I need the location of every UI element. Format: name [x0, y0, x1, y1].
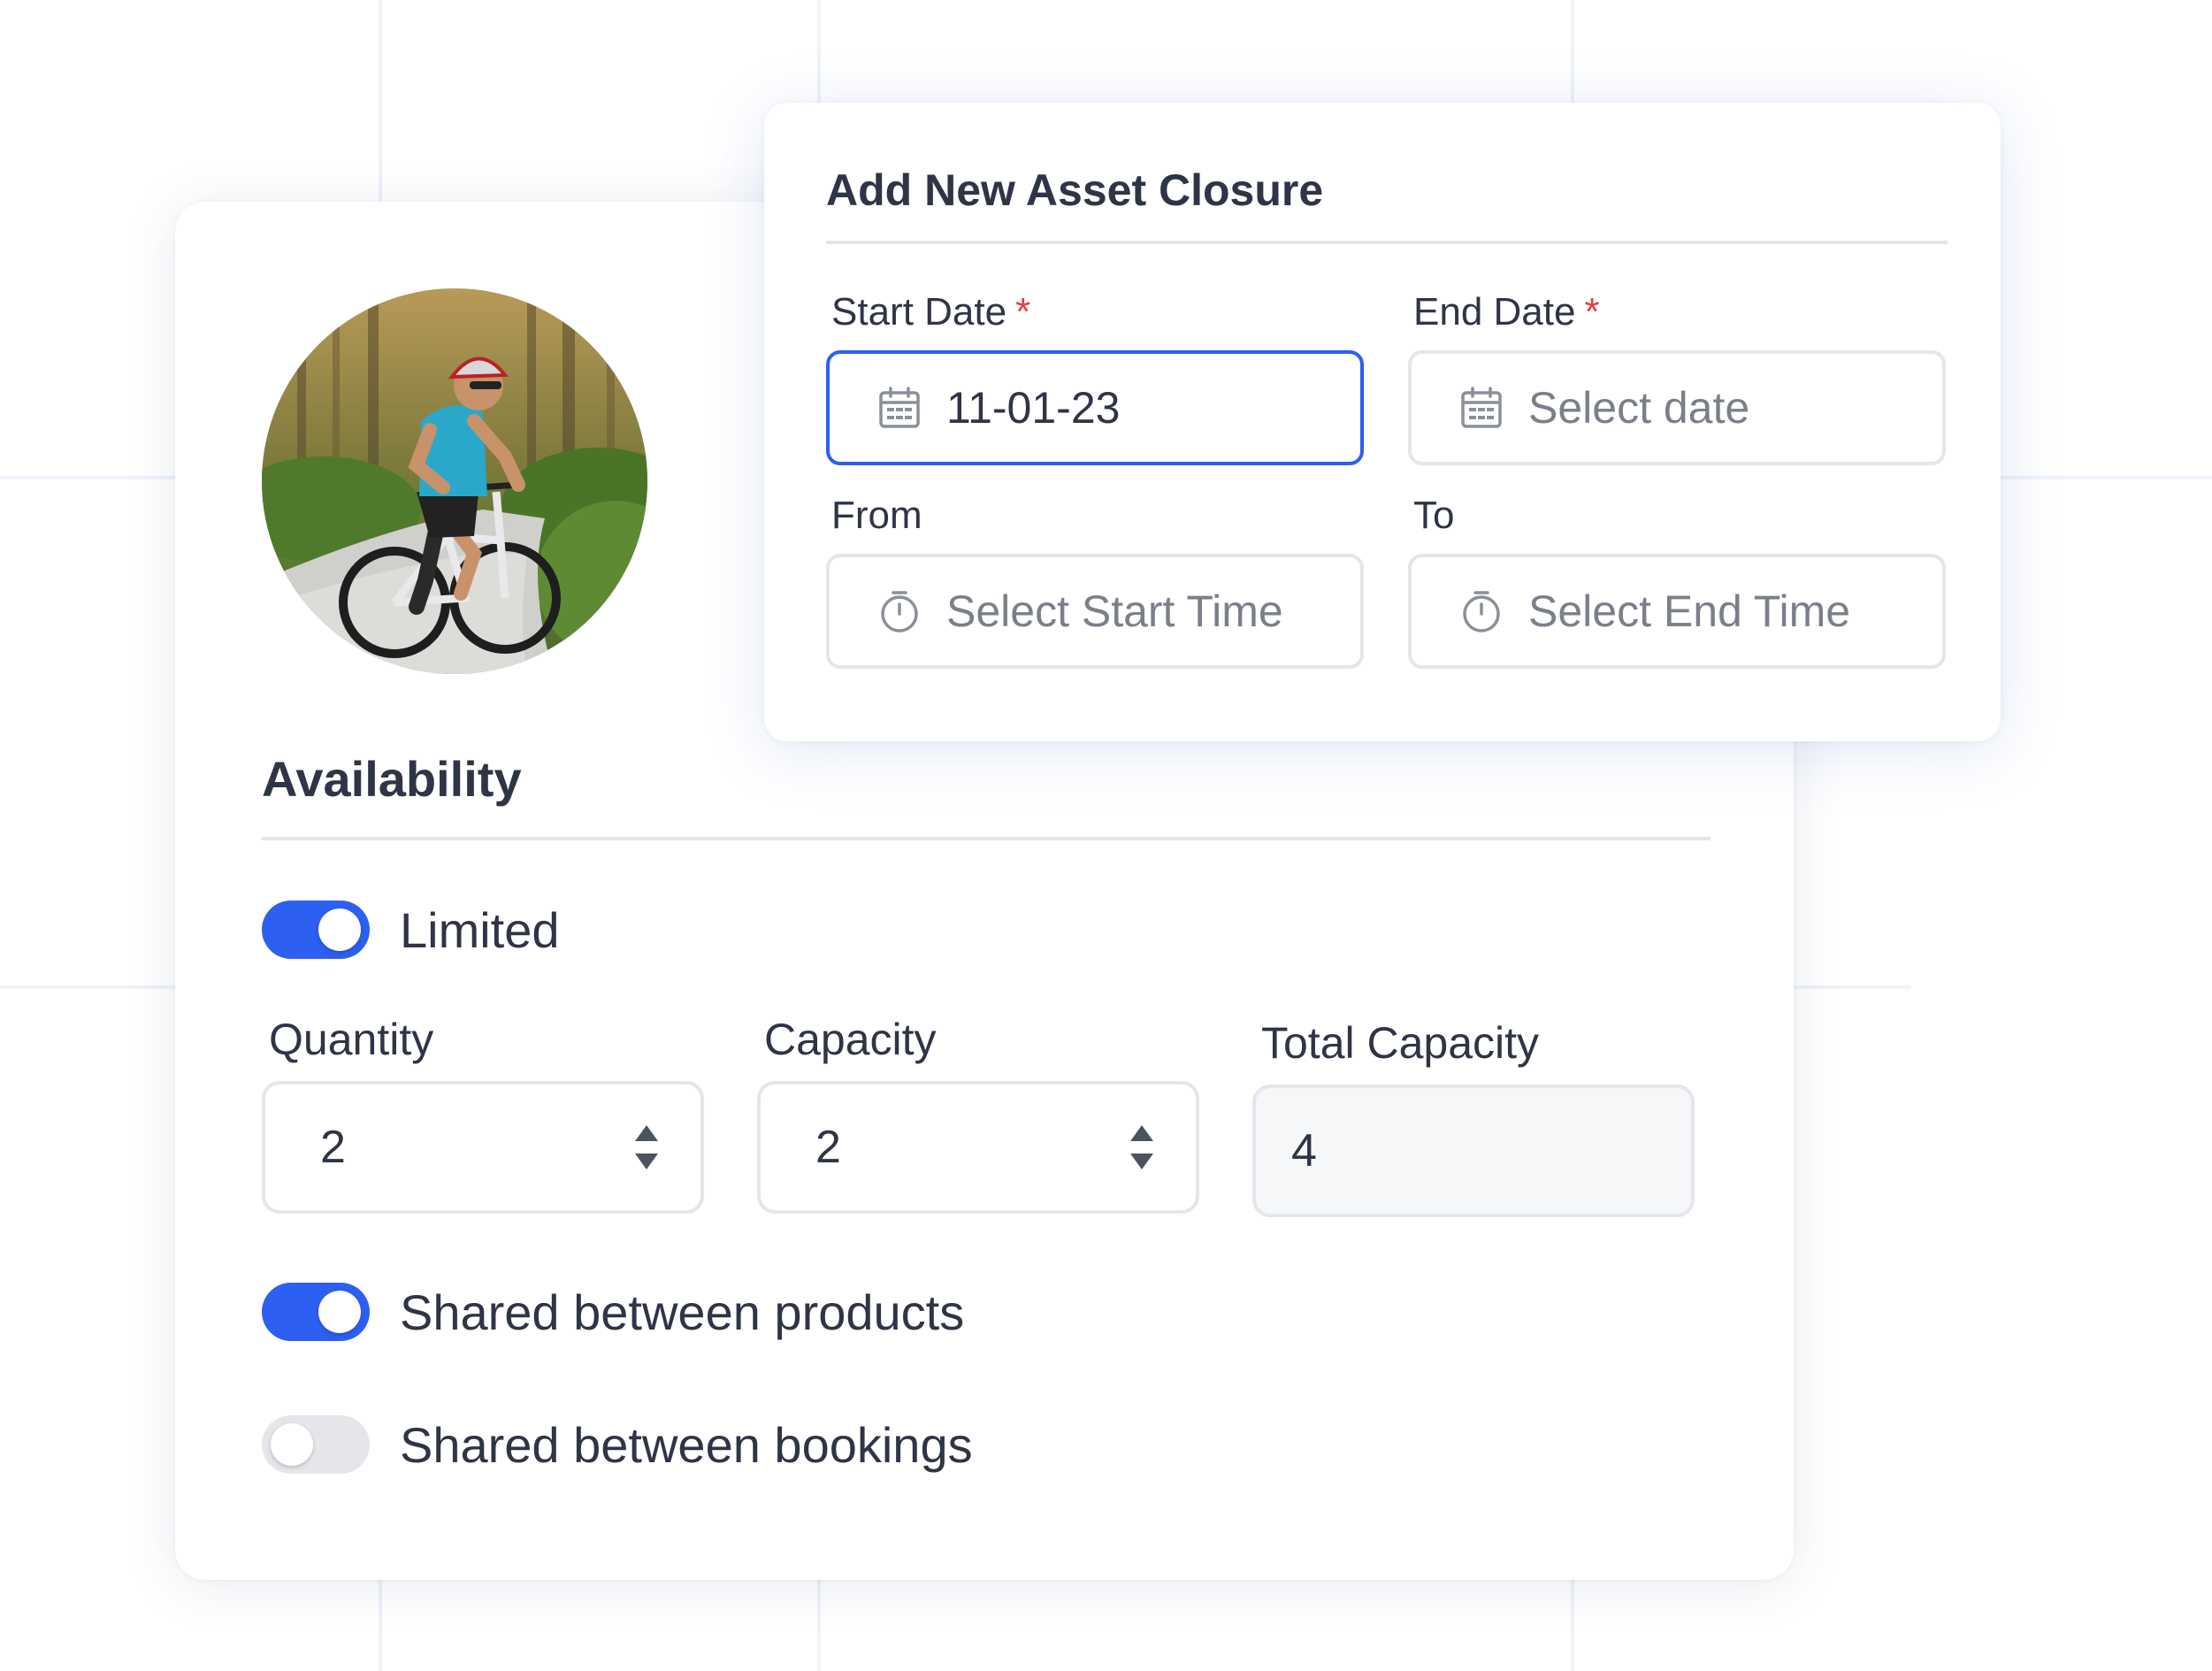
shared-bookings-label: Shared between bookings	[400, 1416, 973, 1473]
product-avatar	[262, 288, 647, 674]
to-label: To	[1413, 494, 1455, 537]
shared-bookings-toggle-row: Shared between bookings	[262, 1415, 973, 1474]
limited-label: Limited	[400, 901, 560, 958]
section-divider	[262, 837, 1711, 840]
required-marker: *	[1584, 290, 1600, 333]
stepper-arrows-icon[interactable]	[1129, 1123, 1155, 1171]
cyclist-photo	[262, 288, 647, 674]
end-date-placeholder: Select date	[1528, 383, 1750, 433]
quantity-label: Quantity	[269, 1015, 434, 1064]
start-date-value: 11-01-23	[946, 383, 1121, 433]
dialog-divider	[826, 241, 1948, 244]
dialog-title: Add New Asset Closure	[826, 165, 1324, 215]
total-capacity-field: 4	[1252, 1085, 1695, 1217]
capacity-value: 2	[815, 1122, 841, 1173]
toggle-knob	[271, 1423, 313, 1466]
shared-products-toggle[interactable]	[262, 1283, 370, 1341]
stepper-arrows-icon[interactable]	[633, 1123, 660, 1171]
from-label: From	[831, 494, 922, 537]
quantity-value: 2	[320, 1122, 346, 1173]
required-marker: *	[1015, 290, 1031, 333]
toggle-knob	[318, 908, 361, 951]
end-date-label-text: End Date	[1413, 290, 1576, 333]
total-capacity-value: 4	[1291, 1125, 1317, 1177]
calendar-icon	[879, 387, 920, 428]
start-date-input[interactable]: 11-01-23	[826, 350, 1364, 465]
quantity-stepper[interactable]: 2	[262, 1081, 704, 1214]
start-time-placeholder: Select Start Time	[946, 586, 1283, 636]
start-date-label: Start Date *	[831, 290, 1030, 334]
limited-toggle[interactable]	[262, 901, 370, 959]
shared-bookings-toggle[interactable]	[262, 1415, 370, 1474]
total-capacity-label: Total Capacity	[1261, 1018, 1540, 1068]
end-time-placeholder: Select End Time	[1528, 586, 1851, 636]
stopwatch-icon	[1463, 591, 1500, 632]
start-time-input[interactable]: Select Start Time	[826, 554, 1364, 669]
shared-products-label: Shared between products	[400, 1284, 965, 1340]
capacity-stepper[interactable]: 2	[757, 1081, 1199, 1214]
end-time-input[interactable]: Select End Time	[1408, 554, 1946, 669]
toggle-knob	[318, 1291, 361, 1333]
capacity-label: Capacity	[764, 1015, 937, 1064]
end-date-input[interactable]: Select date	[1408, 350, 1946, 465]
availability-title: Availability	[262, 751, 522, 807]
asset-closure-dialog: Add New Asset Closure Start Date * 11-01-…	[764, 103, 2001, 741]
start-date-label-text: Start Date	[831, 290, 1007, 333]
calendar-icon	[1461, 387, 1502, 428]
limited-toggle-row: Limited	[262, 901, 560, 959]
shared-products-toggle-row: Shared between products	[262, 1283, 964, 1341]
stopwatch-icon	[881, 591, 918, 632]
end-date-label: End Date *	[1413, 290, 1600, 334]
